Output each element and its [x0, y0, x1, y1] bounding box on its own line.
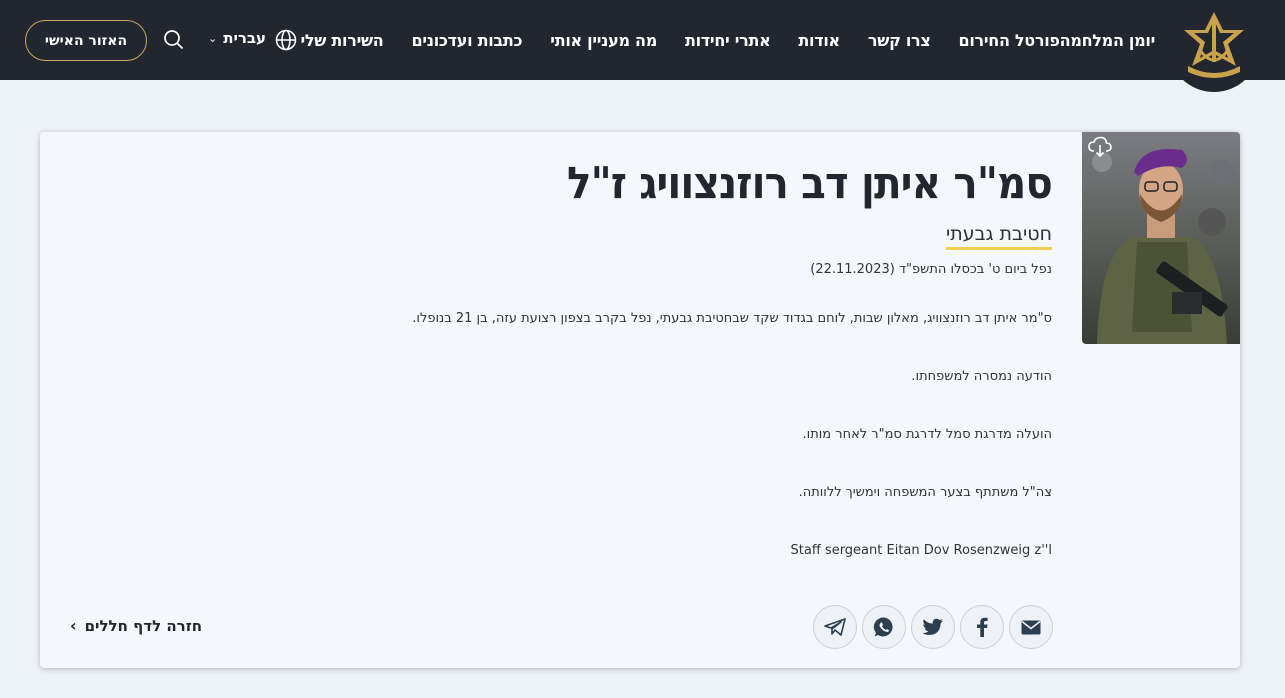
chevron-left-icon: ‹ [70, 616, 77, 635]
soldier-name: סמ"ר איתן דב רוזנצוויג ז"ל [567, 158, 1053, 209]
chevron-down-icon: ⌄ [208, 31, 218, 45]
nav-articles-updates[interactable]: כתבות ועדכונים [412, 31, 523, 50]
top-navigation-bar: השירות שלי כתבות ועדכונים מה מעניין אותי… [0, 0, 1285, 92]
nav-emergency-portal[interactable]: פורטל החירום [959, 31, 1060, 50]
download-cloud-icon[interactable] [1088, 136, 1112, 162]
idf-emblem-icon [1184, 12, 1244, 78]
telegram-icon[interactable] [813, 605, 857, 649]
fell-date: נפל ביום ט' בכסלו התשפ"ד (22.11.2023) [810, 262, 1052, 277]
back-to-fallen-page-link[interactable]: ‹ חזרה לדף חללים [70, 616, 202, 635]
idf-logo[interactable] [1168, 0, 1260, 92]
language-selector[interactable]: עברית ⌄ [208, 29, 266, 47]
facebook-icon[interactable] [960, 605, 1004, 649]
nav-what-interests-me[interactable]: מה מעניין אותי [550, 31, 657, 50]
soldier-photo [1082, 132, 1240, 344]
nav-contact[interactable]: צרו קשר [868, 31, 931, 50]
bio-paragraph: ס"מר איתן דב רוזנצוויג, מאלון שבות, לוחם… [412, 311, 1052, 326]
back-link-label: חזרה לדף חללים [84, 616, 203, 635]
search-icon[interactable] [163, 29, 184, 54]
globe-icon[interactable] [275, 29, 297, 55]
nav-unit-sites[interactable]: אתרי יחידות [685, 31, 771, 50]
twitter-icon[interactable] [911, 605, 955, 649]
main-nav: השירות שלי כתבות ועדכונים מה מעניין אותי… [273, 0, 1156, 80]
nav-my-service[interactable]: השירות שלי [301, 31, 384, 50]
personal-area-button[interactable]: האזור האישי [25, 20, 147, 61]
whatsapp-icon[interactable] [862, 605, 906, 649]
bio-paragraph: צה"ל משתתף בצער המשפחה וימשיך ללוותה. [798, 485, 1052, 500]
bio-paragraph: הועלה מדרגת סמל לדרגת סמ"ר לאחר מותו. [802, 427, 1052, 442]
language-label: עברית [223, 29, 267, 47]
nav-about[interactable]: אודות [798, 31, 840, 50]
unit-name: חטיבת גבעתי [946, 222, 1052, 250]
bio-paragraph: הודעה נמסרה למשפחתו. [911, 369, 1052, 384]
soldier-details: סמ"ר איתן דב רוזנצוויג ז"ל חטיבת גבעתי נ… [352, 156, 1053, 560]
email-icon[interactable] [1009, 605, 1053, 649]
nav-war-diary[interactable]: יומן המלחמה [1060, 31, 1156, 50]
share-buttons [813, 605, 1058, 649]
fallen-soldier-card: סמ"ר איתן דב רוזנצוויג ז"ל חטיבת גבעתי נ… [40, 132, 1240, 668]
english-name: Staff sergeant Eitan Dov Rosenzweig z''l [790, 543, 1052, 558]
